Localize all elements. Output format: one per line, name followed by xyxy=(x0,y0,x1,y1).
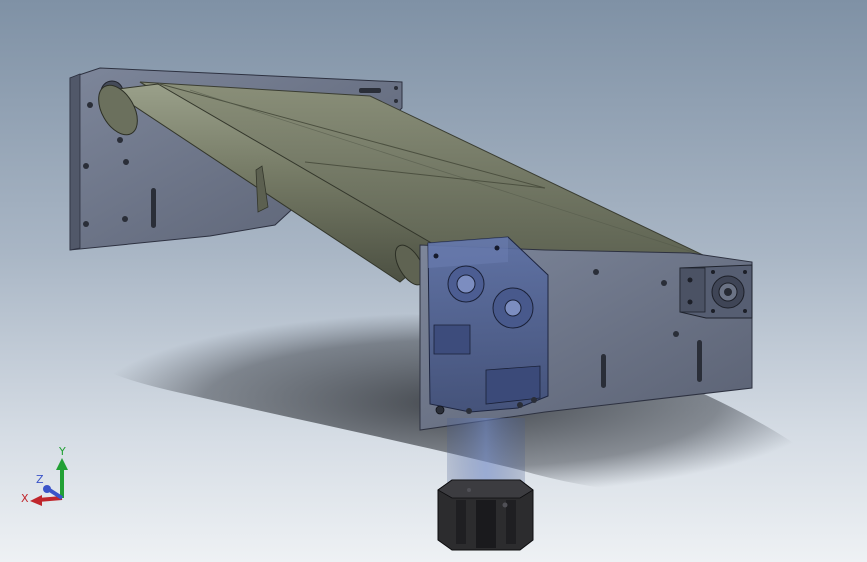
model-view[interactable]: Y X Z xyxy=(0,0,867,562)
bearing-block[interactable] xyxy=(679,264,753,319)
triad-x-label: X xyxy=(21,492,29,505)
cad-graphics-viewport[interactable]: Y X Z xyxy=(0,0,867,562)
gearbox-housing[interactable] xyxy=(427,236,549,415)
triad-y-label: Y xyxy=(58,445,66,458)
motor-shaft xyxy=(447,418,525,488)
triad-z-label: Z xyxy=(36,473,44,486)
motor[interactable] xyxy=(437,479,534,551)
coordinate-triad: Y X Z xyxy=(21,445,68,506)
